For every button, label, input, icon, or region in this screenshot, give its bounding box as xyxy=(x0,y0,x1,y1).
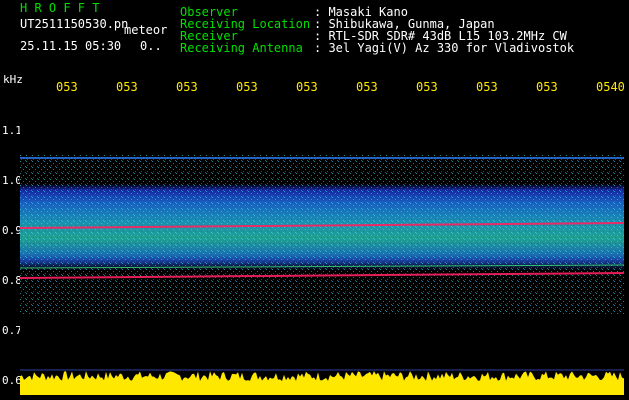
x-tick-label: 053 xyxy=(56,80,78,94)
file-type: meteor xyxy=(124,23,168,37)
antenna-value: : 3el Yagi(V) Az 330 for Vladivostok xyxy=(314,41,575,55)
antenna-label: Receiving Antenna xyxy=(180,41,303,55)
noise-speckle xyxy=(20,155,624,315)
x-tick-label: 053 xyxy=(296,80,318,94)
x-tick-label: 053 xyxy=(476,80,498,94)
x-tick-label: 053 xyxy=(356,80,378,94)
x-tick-label: 053 xyxy=(176,80,198,94)
x-tick-label: 053 xyxy=(416,80,438,94)
file-name: UT2511150530.pn xyxy=(20,17,129,31)
y-tick-label: 0.8 xyxy=(2,274,22,287)
y-tick-label: 0.9 xyxy=(2,224,22,237)
y-tick-label: 1.0 xyxy=(2,174,22,187)
x-tick-label: 053 xyxy=(116,80,138,94)
y-tick-label: 0.6 xyxy=(2,374,22,387)
y-tick-label: 1.1 xyxy=(2,124,22,137)
y-tick-label: 0.7 xyxy=(2,324,22,337)
spectrogram xyxy=(20,95,624,395)
y-axis-unit: kHz xyxy=(3,73,23,86)
x-tick-label: 053 xyxy=(236,80,258,94)
record-info: 0.. xyxy=(140,39,162,53)
x-tick-label: 0540 xyxy=(596,80,625,94)
app-title: H R O F F T xyxy=(20,1,100,15)
record-datetime: 25.11.15 05:30 xyxy=(20,39,122,53)
x-tick-label: 053 xyxy=(536,80,558,94)
